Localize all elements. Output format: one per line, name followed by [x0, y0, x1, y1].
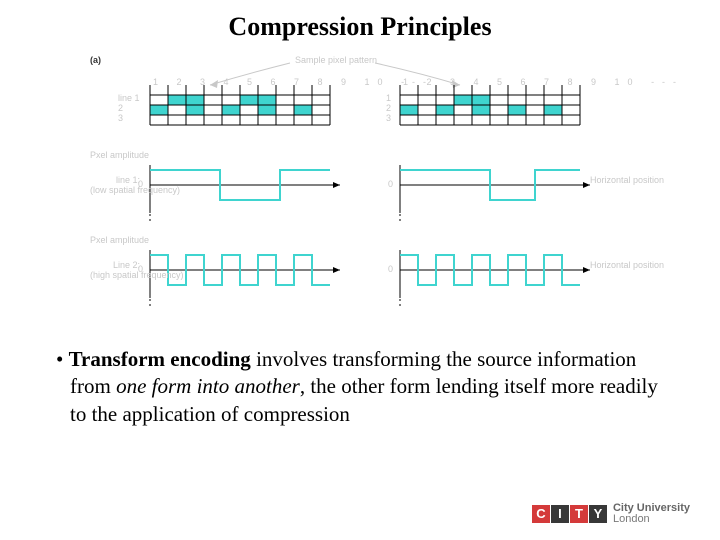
axis-zero-1l: 0	[138, 179, 143, 189]
x-label-2: Horizontal position	[590, 260, 664, 270]
col-numbers-right: 1 2 3 4 5 6 7 8 9 10 ---	[403, 77, 684, 87]
figure-caption: Sample pixel pattern	[295, 55, 377, 65]
figure-panel: (a) Sample pixel pattern	[90, 55, 630, 325]
axis-zero-1r: 0	[388, 179, 393, 189]
logo-letter-y: Y	[589, 505, 607, 523]
y-label-2: Pxel amplitude	[90, 235, 140, 245]
bullet-italic: one form into another	[116, 374, 300, 398]
axis-zero-2r: 0	[388, 264, 393, 274]
logo-letter-t: T	[570, 505, 588, 523]
page-title: Compression Principles	[0, 0, 720, 42]
row-header-left: line 123	[118, 93, 140, 123]
line1-note: line 1:(low spatial frequency)	[90, 175, 140, 195]
logo-text: City UniversityLondon	[613, 503, 690, 526]
row-header-right: 123	[386, 93, 391, 123]
university-logo: C I T Y City UniversityLondon	[532, 503, 690, 526]
col-numbers-left: 1 2 3 4 5 6 7 8 9 10 ---	[153, 77, 434, 87]
bullet-text: • Transform encoding involves transformi…	[56, 346, 666, 428]
logo-boxes: C I T Y	[532, 505, 607, 523]
panel-label: (a)	[90, 55, 101, 65]
line2-note: Line 2:(high spatial frequency)	[90, 260, 140, 280]
logo-letter-i: I	[551, 505, 569, 523]
bullet-dot: •	[56, 347, 63, 371]
bullet-strong: Transform encoding	[69, 347, 251, 371]
y-label-1: Pxel amplitude	[90, 150, 140, 160]
axis-zero-2l: 0	[138, 264, 143, 274]
logo-letter-c: C	[532, 505, 550, 523]
x-label-1: Horizontal position	[590, 175, 664, 185]
